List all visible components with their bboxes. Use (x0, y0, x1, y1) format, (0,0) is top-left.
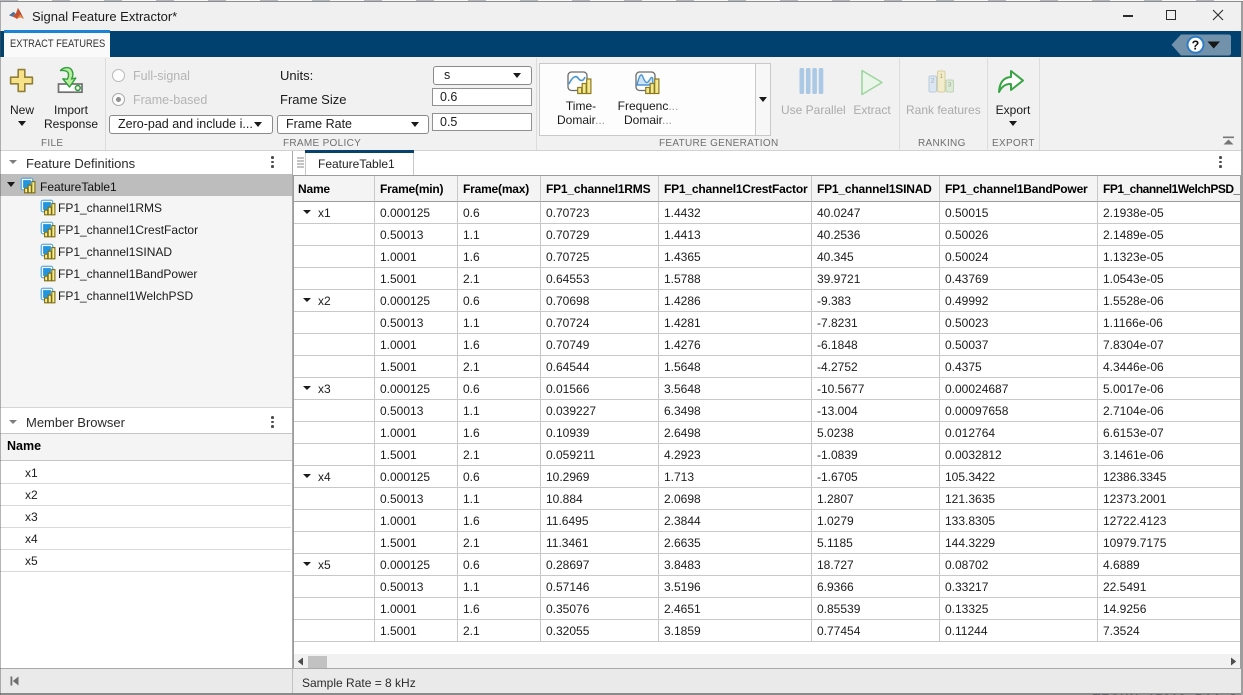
svg-text:3: 3 (948, 82, 952, 89)
svg-text:?: ? (1192, 38, 1200, 52)
svg-text:2: 2 (931, 78, 935, 85)
svg-text:1: 1 (939, 73, 943, 80)
